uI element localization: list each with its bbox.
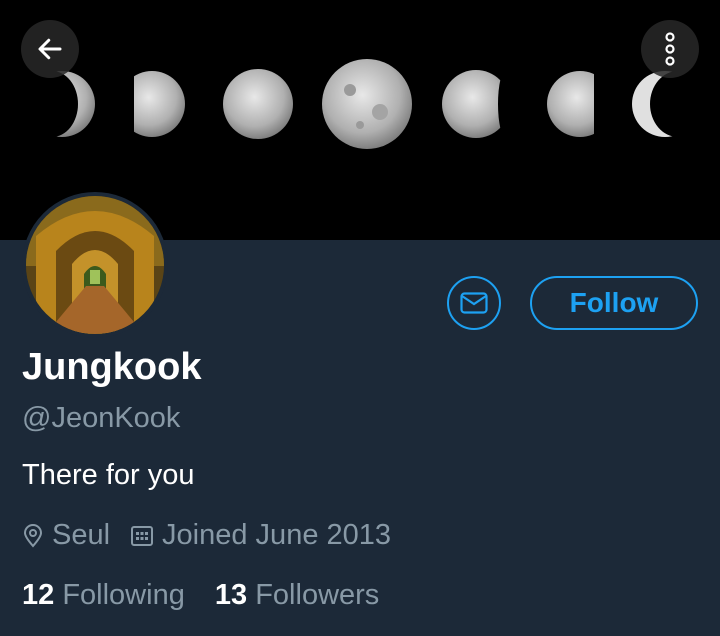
- arrow-left-icon: [38, 38, 62, 60]
- location-pin-icon: [22, 523, 44, 548]
- profile-name: Jungkook: [22, 346, 202, 388]
- profile-location: Seul: [52, 519, 111, 551]
- moon-phase-3: [223, 69, 293, 139]
- followers-link[interactable]: 13 Followers: [215, 579, 379, 611]
- mail-icon: [460, 292, 488, 314]
- calendar-icon: [130, 525, 154, 547]
- avatar[interactable]: [22, 192, 168, 338]
- profile-bio: There for you: [22, 459, 195, 491]
- followers-label: Followers: [255, 579, 380, 611]
- following-link[interactable]: 12 Following: [22, 579, 193, 611]
- followers-count: 13: [214, 579, 248, 611]
- more-options-button[interactable]: [641, 20, 699, 78]
- moon-phase-1: [26, 71, 95, 137]
- moon-phase-2: [119, 70, 185, 140]
- following-count: 12: [22, 579, 55, 611]
- avatar-image: [26, 196, 164, 334]
- moon-phase-5: [442, 70, 514, 138]
- back-button[interactable]: [21, 20, 79, 78]
- profile-stats: 12 Following 13 Followers: [22, 579, 379, 612]
- profile-handle: @JeonKook: [22, 402, 181, 434]
- profile-meta: Seul Joined June 2013: [22, 519, 391, 552]
- following-label: Following: [62, 579, 185, 611]
- moon-phase-7: [632, 71, 706, 137]
- moon-phase-4: [322, 59, 412, 149]
- more-vertical-icon: [665, 32, 675, 66]
- follow-button[interactable]: Follow: [530, 276, 698, 330]
- message-button[interactable]: [447, 276, 501, 330]
- profile-joined-date: Joined June 2013: [162, 519, 392, 551]
- moon-phase-6: [547, 70, 616, 140]
